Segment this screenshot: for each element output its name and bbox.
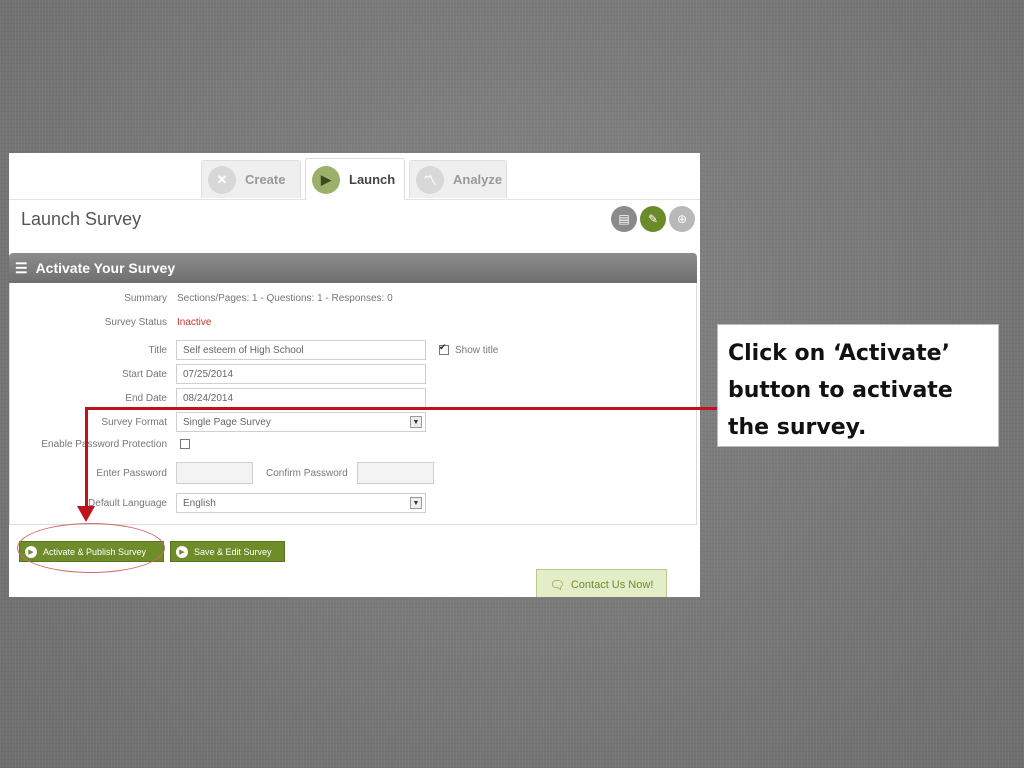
format-select-value: Single Page Survey bbox=[183, 416, 271, 428]
language-select-value: English bbox=[183, 497, 216, 509]
chevron-down-icon: ▼ bbox=[410, 497, 422, 509]
status-row: Survey Status Inactive bbox=[10, 311, 212, 333]
annotation-arrow-stem bbox=[85, 407, 88, 510]
show-title-checkbox[interactable] bbox=[439, 342, 449, 355]
tab-analyze[interactable]: 〽 Analyze bbox=[409, 160, 507, 198]
show-title-label: Show title bbox=[455, 344, 499, 356]
format-row: Survey Format Single Page Survey ▼ bbox=[10, 411, 426, 433]
callout-line-2: button to activate bbox=[728, 378, 953, 403]
contact-us-label: Contact Us Now! bbox=[570, 579, 654, 591]
language-row: Default Language English ▼ bbox=[10, 492, 426, 514]
password-protect-row: Enable Password Protection bbox=[10, 433, 190, 455]
page-title: Launch Survey bbox=[21, 209, 142, 229]
end-date-input[interactable]: 08/24/2014 bbox=[176, 388, 426, 408]
end-date-value: 08/24/2014 bbox=[183, 392, 234, 404]
password-protect-checkbox[interactable] bbox=[180, 439, 190, 449]
play-icon: ▶ bbox=[176, 545, 188, 558]
save-edit-label: Save & Edit Survey bbox=[194, 546, 272, 557]
tab-create[interactable]: ✕ Create bbox=[201, 160, 301, 198]
chart-line-icon: 〽 bbox=[416, 165, 444, 194]
title-label: Title bbox=[148, 344, 167, 356]
start-date-input[interactable]: 07/25/2014 bbox=[176, 364, 426, 384]
menu-icon: ☰ bbox=[15, 259, 28, 276]
end-date-label: End Date bbox=[125, 392, 167, 404]
title-row: Title Self esteem of High School Show ti… bbox=[10, 339, 498, 361]
edit-icon[interactable]: ✎ bbox=[640, 206, 666, 232]
enter-password-label: Enter Password bbox=[96, 467, 167, 479]
instruction-callout: Click on ‘Activate’ button to activate t… bbox=[717, 324, 999, 447]
tools-icon: ✕ bbox=[208, 165, 236, 194]
status-label: Survey Status bbox=[104, 316, 167, 328]
panel-header: ☰ Activate Your Survey bbox=[9, 253, 697, 283]
play-icon: ▶ bbox=[312, 165, 340, 194]
annotation-arrow-line bbox=[85, 407, 718, 410]
password-protect-label: Enable Password Protection bbox=[41, 438, 167, 450]
callout-line-1: Click on ‘Activate’ bbox=[728, 341, 950, 366]
confirm-password-label: Confirm Password bbox=[266, 467, 348, 479]
confirm-password-input[interactable] bbox=[356, 462, 434, 484]
summary-value: Sections/Pages: 1 - Questions: 1 - Respo… bbox=[177, 292, 393, 304]
start-date-value: 07/25/2014 bbox=[183, 368, 234, 380]
globe-icon[interactable]: ⊕ bbox=[669, 206, 695, 232]
summary-row: Summary Sections/Pages: 1 - Questions: 1… bbox=[10, 287, 393, 309]
tab-launch[interactable]: ▶ Launch bbox=[305, 158, 405, 200]
title-input-value: Self esteem of High School bbox=[183, 344, 304, 356]
format-select[interactable]: Single Page Survey ▼ bbox=[176, 412, 426, 432]
chevron-down-icon: ▼ bbox=[410, 416, 422, 428]
tab-create-label: Create bbox=[245, 172, 286, 187]
save-edit-button[interactable]: ▶ Save & Edit Survey bbox=[170, 541, 285, 562]
header-actions: ▤ ✎ ⊕ bbox=[611, 206, 695, 232]
password-row: Enter Password Confirm Password bbox=[10, 461, 434, 485]
contact-us-button[interactable]: 🗨 Contact Us Now! bbox=[536, 569, 667, 597]
arrow-down-icon bbox=[77, 506, 95, 522]
status-badge: Inactive bbox=[177, 316, 212, 328]
tab-analyze-label: Analyze bbox=[453, 172, 503, 187]
start-date-label: Start Date bbox=[121, 368, 167, 380]
document-icon[interactable]: ▤ bbox=[611, 206, 637, 232]
highlight-ellipse bbox=[17, 523, 165, 573]
tab-launch-label: Launch bbox=[349, 172, 396, 187]
chat-bubble-icon: 🗨 bbox=[549, 578, 565, 592]
panel-title: Activate Your Survey bbox=[35, 260, 176, 276]
start-date-row: Start Date 07/25/2014 bbox=[10, 363, 426, 385]
title-input[interactable]: Self esteem of High School bbox=[176, 340, 426, 360]
activate-form: Summary Sections/Pages: 1 - Questions: 1… bbox=[9, 283, 697, 525]
end-date-row: End Date 08/24/2014 bbox=[10, 387, 426, 409]
summary-label: Summary bbox=[124, 292, 167, 304]
tab-bar: ✕ Create ▶ Launch 〽 Analyze bbox=[9, 153, 700, 200]
enter-password-input[interactable] bbox=[176, 462, 253, 484]
format-label: Survey Format bbox=[101, 416, 167, 428]
language-select[interactable]: English ▼ bbox=[176, 493, 426, 513]
callout-line-3: the survey. bbox=[728, 415, 867, 440]
